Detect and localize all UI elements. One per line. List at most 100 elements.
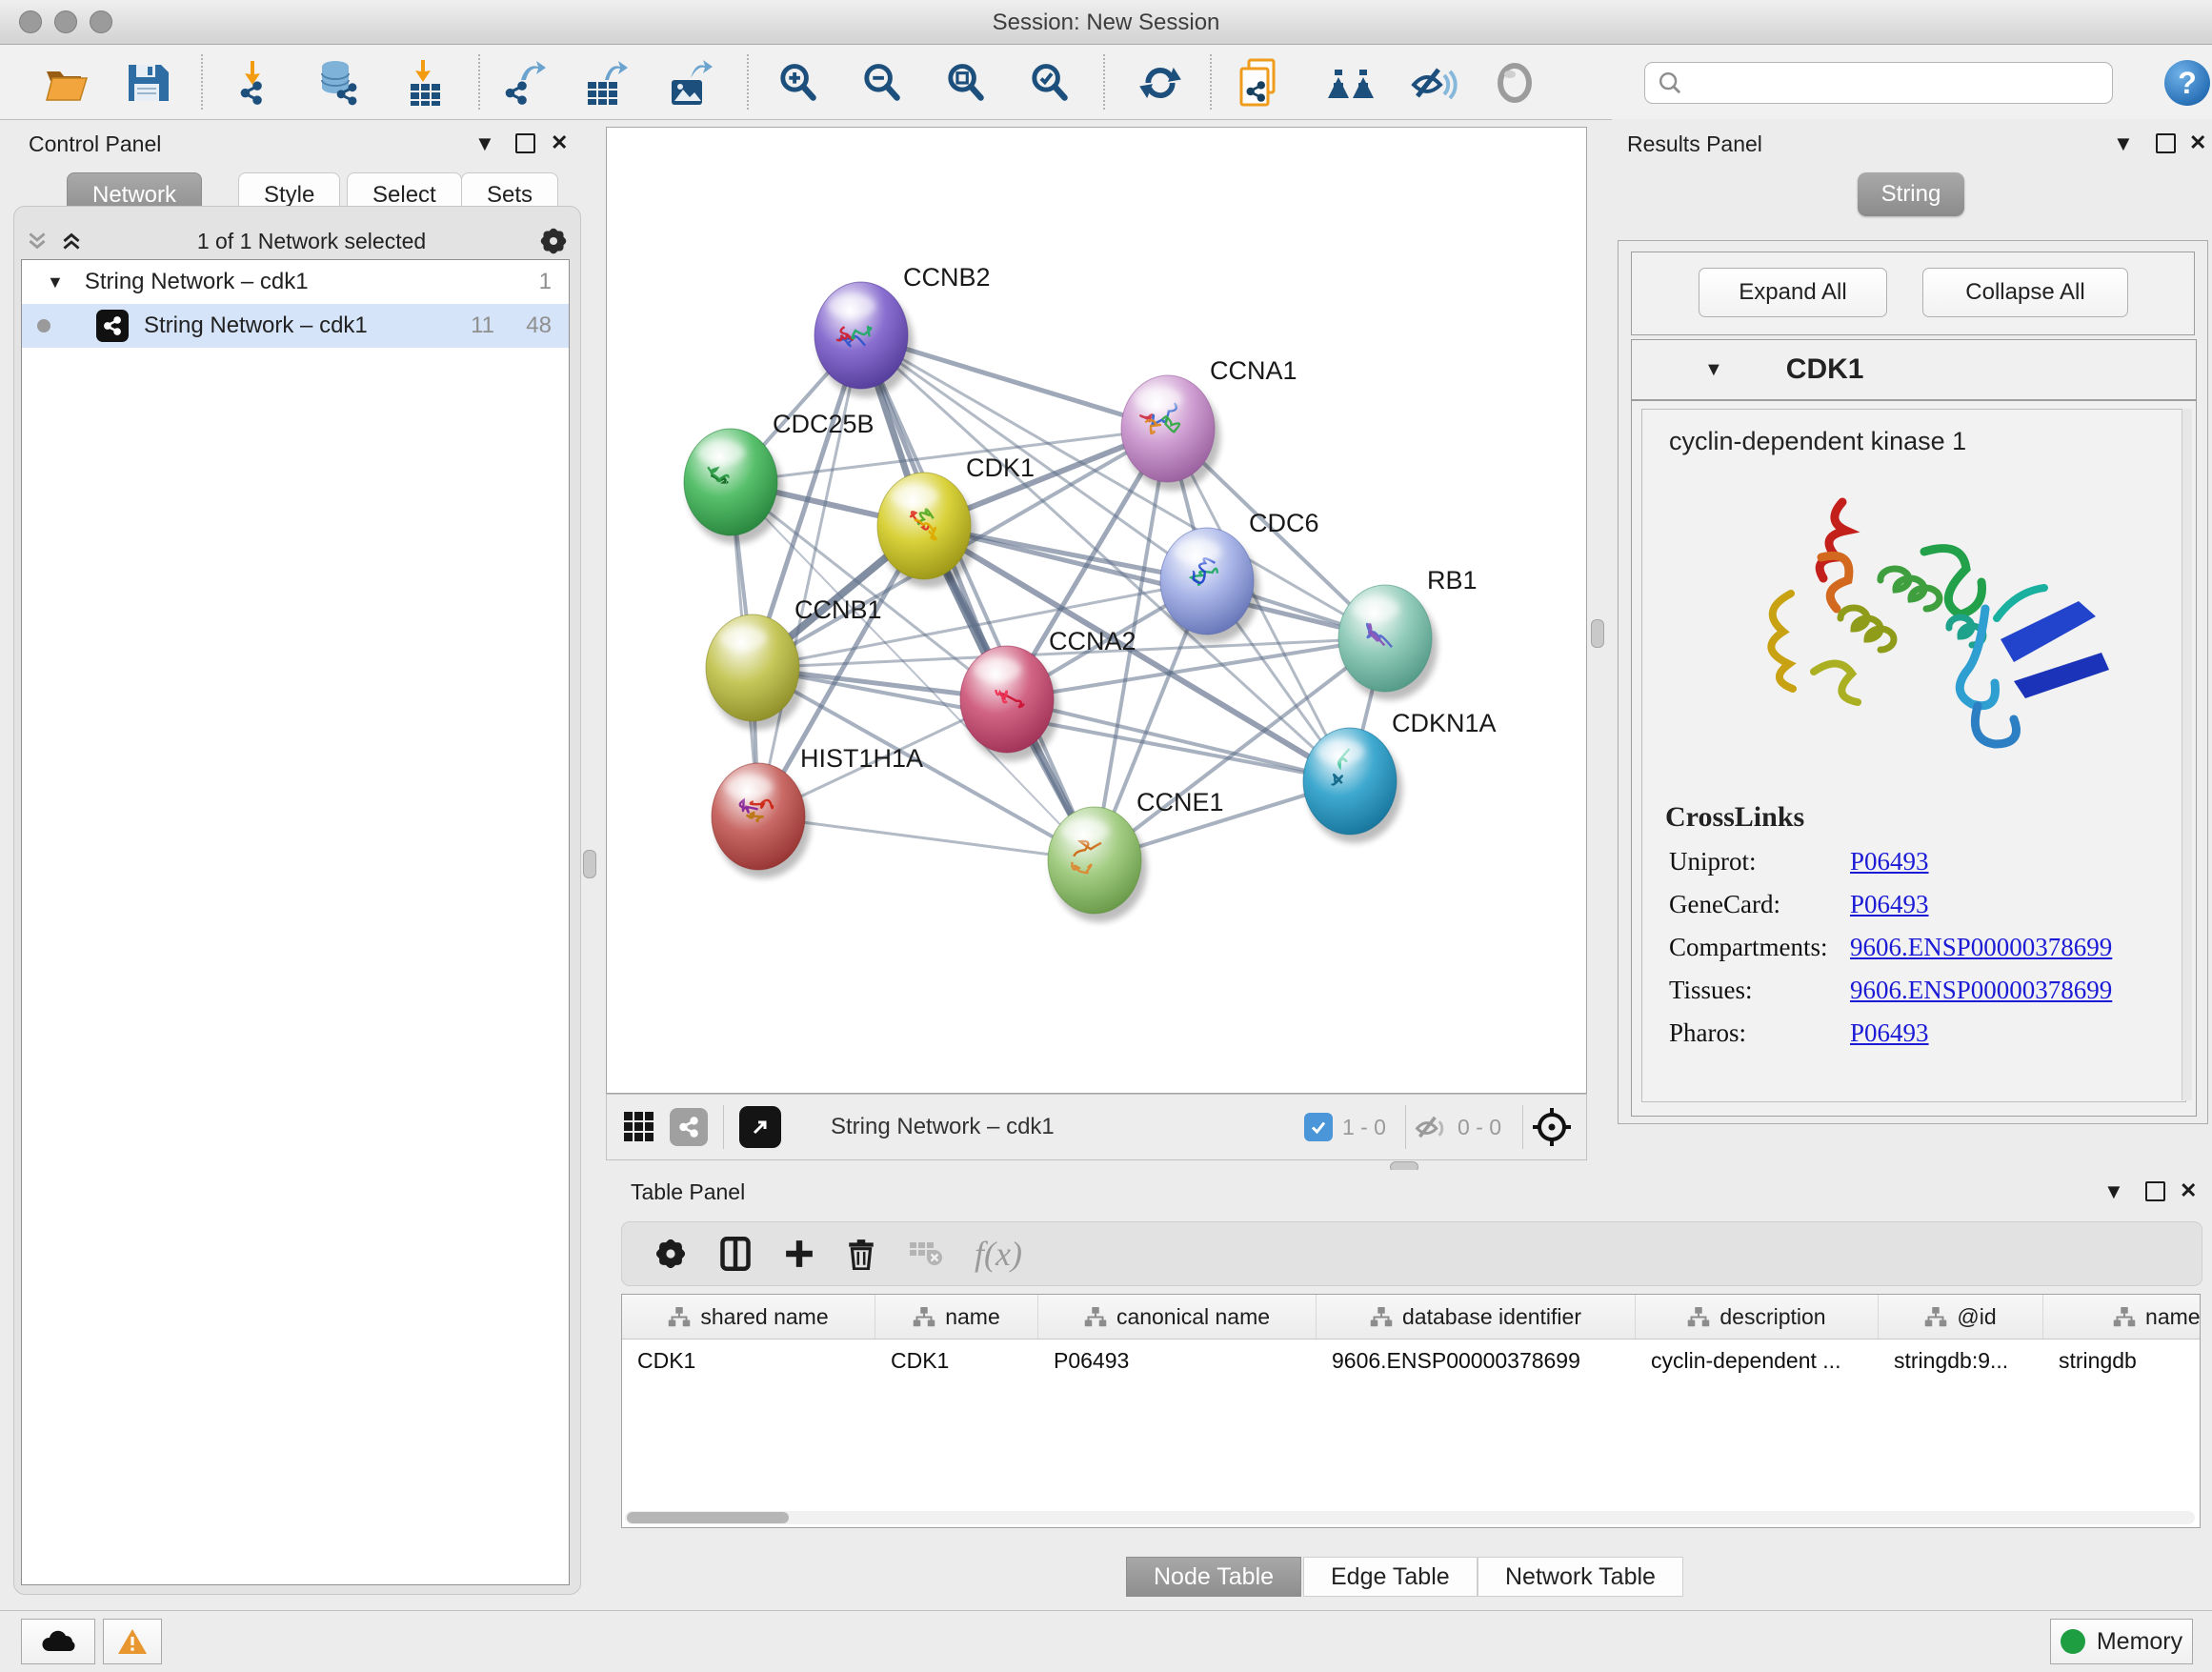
- expand-all-icon[interactable]: [59, 229, 84, 253]
- network-node-RB1[interactable]: RB1: [1338, 566, 1478, 700]
- export-table-button[interactable]: [581, 58, 631, 108]
- network-node-CCNB2[interactable]: CCNB2: [814, 263, 991, 397]
- network-style-icon[interactable]: [670, 1108, 708, 1146]
- tab-network-table[interactable]: Network Table: [1478, 1557, 1683, 1597]
- zoom-fit-button[interactable]: [941, 58, 991, 108]
- network-view-toolbar: String Network – cdk1 1 - 0 0 - 0: [606, 1094, 1587, 1160]
- gear-icon[interactable]: [539, 227, 568, 255]
- crosslink-link[interactable]: 9606.ENSP00000378699: [1850, 933, 2112, 962]
- help-button[interactable]: ?: [2164, 60, 2210, 106]
- import-network-from-database-button[interactable]: [314, 58, 364, 108]
- table-cell[interactable]: cyclin-dependent ...: [1636, 1348, 1879, 1374]
- network-collection-row[interactable]: ▼ String Network – cdk1 1: [22, 260, 569, 304]
- delete-table-button[interactable]: [908, 1240, 942, 1267]
- save-session-button[interactable]: [122, 58, 171, 108]
- table-panel-menu-icon[interactable]: ▼: [2103, 1181, 2124, 1202]
- apply-layout-button[interactable]: [1136, 58, 1185, 108]
- network-node-HIST1H1A[interactable]: HIST1H1A: [712, 744, 923, 878]
- scrollbar-thumb[interactable]: [627, 1512, 789, 1523]
- selected-checkbox-icon[interactable]: [1304, 1113, 1333, 1141]
- crosslink-link[interactable]: P06493: [1850, 890, 1929, 919]
- zoom-selected-button[interactable]: [1025, 58, 1075, 108]
- column-header-name[interactable]: name: [875, 1295, 1038, 1339]
- results-panel-close-icon[interactable]: ✕: [2189, 132, 2206, 153]
- crosslink-link[interactable]: 9606.ENSP00000378699: [1850, 976, 2112, 1005]
- control-panel-close-icon[interactable]: ✕: [551, 132, 568, 153]
- network-node-count: 11: [471, 312, 494, 339]
- new-network-from-selection-button[interactable]: [1235, 58, 1284, 108]
- zoom-in-button[interactable]: [774, 58, 823, 108]
- control-panel-menu-icon[interactable]: ▼: [474, 133, 495, 154]
- table-settings-button[interactable]: [654, 1238, 687, 1270]
- table-cell[interactable]: CDK1: [875, 1348, 1038, 1374]
- tab-node-table[interactable]: Node Table: [1126, 1557, 1301, 1597]
- table-cell[interactable]: 9606.ENSP00000378699: [1317, 1348, 1636, 1374]
- table-row[interactable]: CDK1CDK1P064939606.ENSP00000378699cyclin…: [622, 1340, 2200, 1381]
- export-image-button[interactable]: [665, 58, 714, 108]
- network-graph[interactable]: CCNB2CCNA1CDC25BCDK1CDC6RB1CCNB1CCNA2CDK…: [607, 128, 1586, 1093]
- crosslink-link[interactable]: P06493: [1850, 847, 1929, 876]
- crosslink-link[interactable]: P06493: [1850, 1018, 1929, 1048]
- delete-column-button[interactable]: [847, 1238, 875, 1270]
- results-panel-menu-icon[interactable]: ▼: [2113, 133, 2134, 154]
- hidden-eye-icon[interactable]: [1412, 1112, 1450, 1142]
- collection-expand-icon[interactable]: ▼: [47, 272, 64, 292]
- network-node-CDC25B[interactable]: CDC25B: [684, 410, 875, 544]
- table-horizontal-scrollbar[interactable]: [625, 1511, 2195, 1524]
- collapse-all-icon[interactable]: [25, 229, 50, 253]
- right-splitter-handle[interactable]: [1591, 619, 1604, 648]
- cloud-button[interactable]: [21, 1619, 95, 1664]
- column-header-database-identifier[interactable]: database identifier: [1317, 1295, 1636, 1339]
- column-header-description[interactable]: description: [1636, 1295, 1879, 1339]
- hide-selection-button[interactable]: [1408, 58, 1458, 108]
- window-title: Session: New Session: [0, 10, 2212, 36]
- open-in-window-icon[interactable]: [739, 1106, 781, 1148]
- network-canvas[interactable]: CCNB2CCNA1CDC25BCDK1CDC6RB1CCNB1CCNA2CDK…: [606, 127, 1587, 1094]
- show-all-button[interactable]: [1490, 58, 1539, 108]
- left-splitter-handle[interactable]: [583, 850, 596, 878]
- zoom-out-button[interactable]: [857, 58, 907, 108]
- column-header-canonical-name[interactable]: canonical name: [1038, 1295, 1317, 1339]
- crosslink-label: Pharos:: [1669, 1018, 1850, 1048]
- crosslink-row: Compartments:9606.ENSP00000378699: [1669, 933, 2185, 962]
- first-neighbors-icon: [1326, 64, 1376, 102]
- table-cell[interactable]: P06493: [1038, 1348, 1317, 1374]
- column-header-namespace[interactable]: namespace: [2043, 1295, 2201, 1339]
- gene-section-header[interactable]: ▼ CDK1: [1632, 340, 2196, 401]
- column-header--id[interactable]: @id: [1879, 1295, 2043, 1339]
- tab-edge-table[interactable]: Edge Table: [1303, 1557, 1478, 1597]
- section-collapse-icon[interactable]: ▼: [1704, 359, 1723, 381]
- show-columns-button[interactable]: [719, 1237, 752, 1271]
- birdseye-view-icon[interactable]: [1531, 1106, 1573, 1148]
- table-cell[interactable]: stringdb: [2043, 1348, 2201, 1374]
- table-cell[interactable]: CDK1: [622, 1348, 875, 1374]
- results-panel-float-icon[interactable]: [2156, 133, 2176, 153]
- import-network-from-file-button[interactable]: [231, 58, 280, 108]
- grid-view-icon[interactable]: [622, 1110, 656, 1144]
- warnings-button[interactable]: [103, 1619, 162, 1664]
- add-column-button[interactable]: [784, 1239, 814, 1269]
- export-network-button[interactable]: [499, 58, 549, 108]
- table-cell[interactable]: stringdb:9...: [1879, 1348, 2043, 1374]
- import-table-from-file-button[interactable]: [400, 58, 450, 108]
- table-panel-close-icon[interactable]: ✕: [2180, 1180, 2197, 1201]
- results-scrollbar[interactable]: [2182, 409, 2192, 1100]
- network-node-CCNA1[interactable]: CCNA1: [1121, 356, 1297, 491]
- memory-button[interactable]: Memory: [2050, 1619, 2193, 1664]
- network-status-dot: [37, 319, 50, 332]
- expand-all-button[interactable]: Expand All: [1699, 268, 1887, 317]
- network-node-CDKN1A[interactable]: CDKN1A: [1303, 709, 1497, 843]
- tab-string[interactable]: String: [1858, 172, 1964, 216]
- open-session-button[interactable]: [42, 58, 91, 108]
- network-node-CCNE1[interactable]: CCNE1: [1048, 788, 1224, 922]
- network-row[interactable]: String Network – cdk1 11 48: [22, 304, 569, 348]
- table-panel-float-icon[interactable]: [2145, 1181, 2165, 1201]
- network-node-CDC6[interactable]: CDC6: [1160, 509, 1319, 643]
- collapse-all-button[interactable]: Collapse All: [1922, 268, 2128, 317]
- function-builder-button[interactable]: f(x): [975, 1234, 1022, 1274]
- column-header-shared-name[interactable]: shared name: [622, 1295, 875, 1339]
- first-neighbors-button[interactable]: [1326, 58, 1376, 108]
- search-input[interactable]: [1683, 70, 2087, 96]
- show-eye-icon: [1491, 62, 1538, 104]
- control-panel-float-icon[interactable]: [515, 133, 535, 153]
